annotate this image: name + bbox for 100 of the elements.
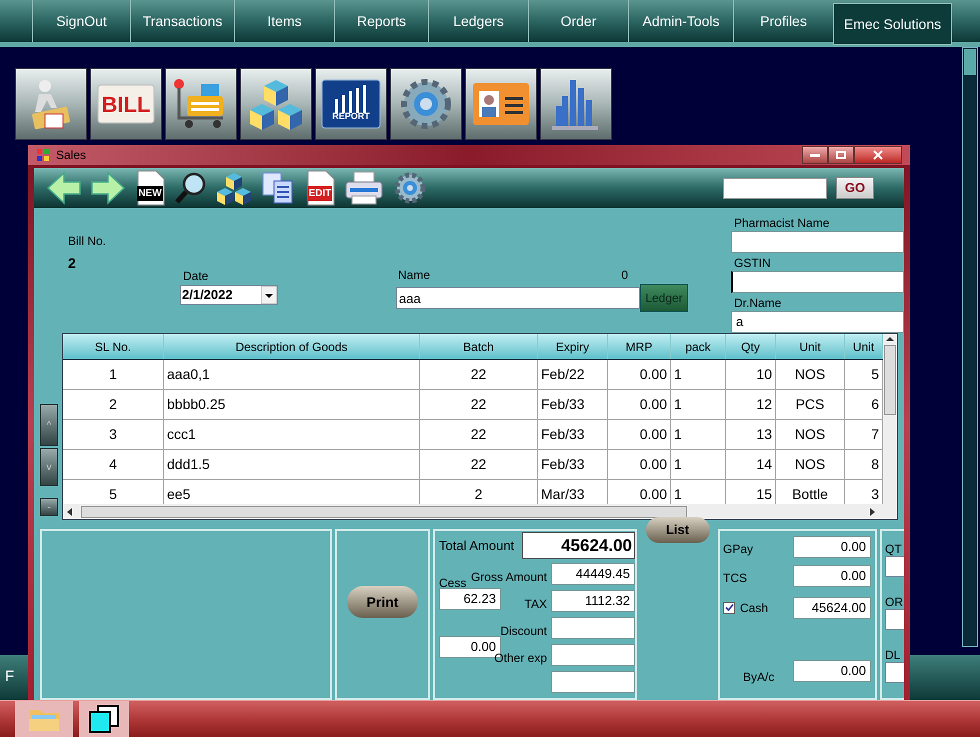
checkbox[interactable] [723, 602, 735, 614]
total-amount-field: 45624.00 [522, 532, 635, 559]
table-cell: 13 [726, 420, 776, 449]
toolbar-button[interactable] [216, 171, 252, 206]
toolbar-button[interactable] [46, 171, 82, 206]
maximize-button[interactable] [828, 146, 854, 164]
field-label: Name [398, 267, 430, 284]
table-cell: 0.00 [608, 420, 671, 449]
count-label: 0 [621, 267, 628, 284]
field-label: Discount [500, 622, 548, 640]
table-cell: PCS [776, 390, 845, 419]
launcher-tile[interactable] [165, 68, 237, 140]
text-field[interactable] [551, 644, 635, 666]
minimize-button[interactable] [802, 146, 828, 164]
field-label: Date [183, 268, 210, 285]
printer-icon [344, 170, 384, 206]
menu-item[interactable]: Order [528, 0, 628, 42]
column-header[interactable]: Batch [420, 334, 538, 359]
toolbar-button[interactable] [392, 170, 428, 206]
launcher-tile[interactable]: BILL [90, 68, 162, 140]
column-header[interactable]: Description of Goods [164, 334, 420, 359]
go-button[interactable]: GO [836, 177, 874, 200]
field-label: Pharmacist Name [734, 216, 830, 231]
menu-item[interactable]: Reports [334, 0, 428, 42]
horizontal-scrollbar[interactable] [63, 504, 897, 519]
text-field[interactable]: 0.00 [793, 564, 871, 586]
column-header[interactable]: Expiry [538, 334, 608, 359]
table-cell: 22 [420, 390, 538, 419]
field-label: Gross Amount [470, 568, 548, 586]
scrollbar[interactable] [962, 47, 978, 647]
text-field[interactable] [731, 271, 904, 293]
toolbar-button[interactable]: NEW [134, 170, 166, 206]
launcher-tile[interactable]: REPORT [315, 68, 387, 140]
table-cell: Feb/33 [538, 390, 608, 419]
list-button[interactable]: List [646, 517, 710, 543]
table-cell: aaa0,1 [164, 360, 420, 389]
toolbar-button[interactable]: EDIT [304, 170, 336, 206]
menu-item[interactable]: Items [234, 0, 334, 42]
column-header[interactable]: SL No. [63, 334, 164, 359]
table-cell: 14 [726, 450, 776, 479]
table-cell: 22 [420, 360, 538, 389]
column-header[interactable]: Qty [726, 334, 776, 359]
checkbox-label: Cash [740, 600, 768, 616]
bar-chart-icon [321, 79, 381, 129]
forward-arrow-icon [90, 171, 126, 206]
table-cell: 1 [671, 360, 726, 389]
toolbar-button[interactable] [90, 171, 126, 206]
menu-item[interactable]: Emec Solutions [833, 3, 952, 45]
cubes-icon [216, 171, 252, 206]
field-label: Dr.Name [734, 296, 782, 311]
launcher-tile[interactable] [15, 68, 87, 140]
text-field[interactable]: 0.00 [793, 536, 871, 558]
text-field[interactable]: 62.23 [439, 588, 501, 610]
menu-item[interactable]: Ledgers [428, 0, 528, 42]
table-cell: 12 [726, 390, 776, 419]
field-label: Total Amount [439, 536, 514, 555]
column-header[interactable]: Unit [776, 334, 845, 359]
text-field[interactable]: 45624.00 [793, 596, 871, 618]
table-cell: 2 [63, 390, 164, 419]
table-cell: 1 [671, 420, 726, 449]
menu-item[interactable]: Transactions [130, 0, 234, 42]
search-field[interactable] [723, 178, 827, 199]
toolbar-button[interactable] [174, 171, 208, 206]
table-cell: Feb/33 [538, 450, 608, 479]
gear-icon [398, 76, 454, 132]
date-picker[interactable]: 2/1/2022 [180, 285, 278, 305]
text-field[interactable]: 44449.45 [551, 563, 635, 585]
text-field[interactable]: 1112.32 [551, 590, 635, 612]
field-label: GSTIN [734, 256, 772, 271]
text-field[interactable] [551, 617, 635, 639]
back-arrow-icon [46, 171, 82, 206]
text-field[interactable] [731, 231, 904, 253]
table-cell: 0.00 [608, 360, 671, 389]
scroll-up-icon [886, 334, 894, 344]
column-header[interactable]: MRP [608, 334, 671, 359]
menu-item[interactable]: SignOut [32, 0, 130, 42]
text-field[interactable] [551, 671, 635, 693]
print-button[interactable]: Print [347, 586, 418, 618]
field-label: QT [885, 542, 903, 556]
field-label: DL [885, 648, 902, 662]
launcher-tile[interactable] [465, 68, 537, 140]
table-cell: NOS [776, 360, 845, 389]
scroll-left-icon [67, 508, 73, 516]
table-cell: NOS [776, 420, 845, 449]
name-field[interactable]: aaa [396, 287, 640, 309]
launcher-tile[interactable] [540, 68, 612, 140]
taskbar-button[interactable] [79, 701, 129, 737]
text-field[interactable]: a [731, 311, 904, 333]
table-cell: 1 [63, 360, 164, 389]
launcher-tile[interactable] [390, 68, 462, 140]
menu-item[interactable]: Admin-Tools [628, 0, 733, 42]
text-field[interactable]: 0.00 [793, 660, 871, 682]
status-text: F [5, 667, 14, 688]
column-header[interactable]: pack [671, 334, 726, 359]
toolbar-button[interactable] [344, 170, 384, 206]
table-cell: ddd1.5 [164, 450, 420, 479]
launcher-tile[interactable] [240, 68, 312, 140]
close-button[interactable] [854, 146, 902, 164]
gear-icon [392, 170, 428, 206]
vertical-scrollbar[interactable] [883, 334, 897, 504]
